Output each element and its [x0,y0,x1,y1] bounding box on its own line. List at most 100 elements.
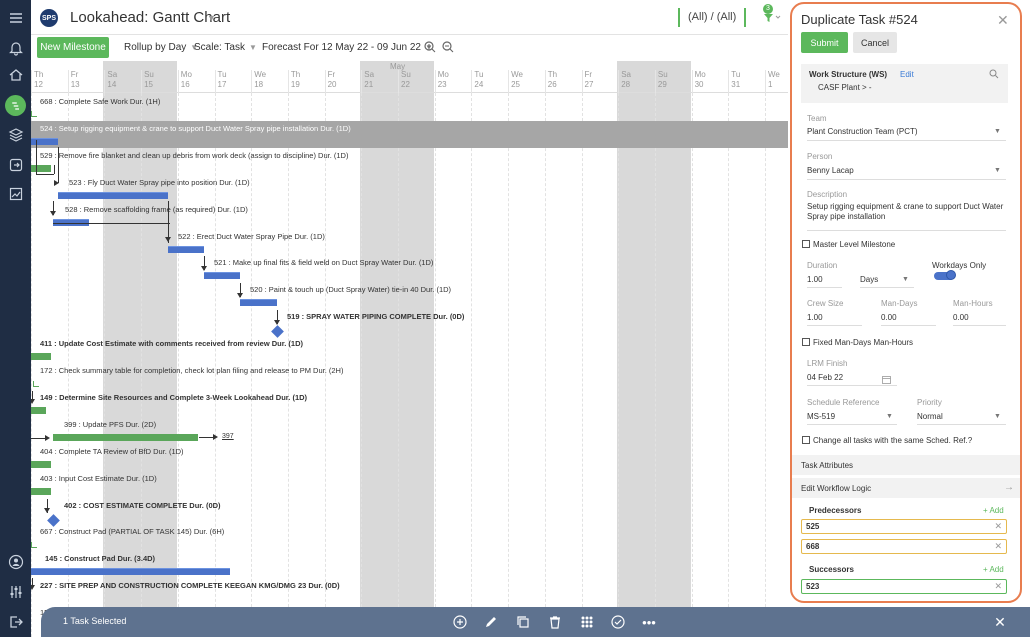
task-label[interactable]: 404 : Complete TA Review of BfD Dur. (1D… [40,447,184,456]
logout-icon[interactable] [0,610,31,634]
task-attributes-section[interactable]: Task Attributes [792,455,1020,475]
workdays-toggle[interactable] [934,270,956,280]
add-predecessor-link[interactable]: + Add [983,506,1004,515]
gantt-icon[interactable] [5,95,26,116]
gantt-row[interactable]: 668 : Complete Safe Work Dur. (1H) [31,94,788,121]
task-bar[interactable] [31,568,230,576]
remove-icon[interactable]: ✕ [994,581,1002,592]
close-icon[interactable]: ✕ [997,12,1009,29]
pencil-icon[interactable] [483,614,499,630]
gantt-row[interactable]: 403 : Input Cost Estimate Dur. (1D) [31,471,788,498]
gantt-row[interactable]: 145 : Construct Pad Dur. (3.4D) [31,551,788,578]
change-all-checkbox[interactable] [802,436,810,444]
task-bar[interactable] [168,245,204,253]
scale-select[interactable]: Scale: Task ▼ [194,42,257,53]
link-397[interactable]: 397 [222,433,234,440]
task-label[interactable]: 402 : COST ESTIMATE COMPLETE Dur. (0D) [64,501,221,510]
gantt-row[interactable]: 227 : SITE PREP AND CONSTRUCTION COMPLET… [31,578,788,605]
trash-icon[interactable] [547,614,563,630]
gantt-row[interactable]: 402 : COST ESTIMATE COMPLETE Dur. (0D) [31,498,788,527]
gantt-row[interactable]: 524 : Setup rigging equipment & crane to… [31,120,788,148]
add-successor-link[interactable]: + Add [983,565,1004,574]
gantt-row[interactable]: 149 : Determine Site Resources and Compl… [31,390,788,417]
new-milestone-button[interactable]: New Milestone [37,37,109,58]
task-bar[interactable] [53,433,198,441]
gantt-row[interactable]: 411 : Update Cost Estimate with comments… [31,336,788,363]
submit-button[interactable]: Submit [801,32,848,53]
check-circle-icon[interactable] [610,614,626,630]
task-label[interactable]: 403 : Input Cost Estimate Dur. (1D) [40,474,157,483]
man-days-input[interactable]: 0.00 [881,313,897,322]
task-label[interactable]: 149 : Determine Site Resources and Compl… [40,393,307,402]
gantt-row[interactable]: 519 : SPRAY WATER PIPING COMPLETE Dur. (… [31,309,788,339]
rollup-select[interactable]: Rollup by Day ▼ [124,42,198,53]
task-bar[interactable] [31,353,51,361]
task-label[interactable]: 528 : Remove scaffolding frame (as requi… [65,205,248,214]
export-icon[interactable] [0,153,31,177]
close-icon[interactable]: ✕ [992,614,1008,630]
priority-select[interactable]: Normal [917,412,943,421]
task-label[interactable]: 172 : Check summary table for completion… [40,366,343,375]
fixed-mandays-checkbox[interactable] [802,338,810,346]
task-label[interactable]: 145 : Construct Pad Dur. (3.4D) [45,554,155,563]
zoom-in-icon[interactable] [423,40,437,54]
duration-input[interactable]: 1.00 [807,275,823,284]
task-label[interactable]: 667 : Construct Pad (PARTIAL OF TASK 145… [40,527,224,536]
chevron-down-icon[interactable]: ▼ [994,413,1001,420]
chevron-down-icon[interactable]: ▼ [207,13,216,23]
more-icon[interactable]: ••• [641,614,657,630]
add-circle-icon[interactable] [452,614,468,630]
task-label[interactable]: 522 : Erect Duct Water Spray Pipe Dur. (… [178,232,325,241]
task-bar[interactable] [31,487,51,495]
chevron-down-icon[interactable]: ▼ [994,167,1001,174]
task-label[interactable]: 411 : Update Cost Estimate with comments… [40,339,303,348]
cancel-button[interactable]: Cancel [853,32,897,53]
description-textarea[interactable]: Setup rigging equipment & crane to suppo… [807,202,1006,230]
task-label[interactable]: 668 : Complete Safe Work Dur. (1H) [40,97,160,106]
task-label[interactable]: 399 : Update PFS Dur. (2D) [64,420,156,429]
task-label[interactable]: 521 : Make up final fits & field weld on… [214,258,433,267]
gantt-row[interactable]: 529 : Remove fire blanket and clean up d… [31,148,788,175]
lrm-finish-input[interactable]: 04 Feb 22 [807,373,843,382]
gantt-row[interactable]: 399 : Update PFS Dur. (2D) [31,417,788,444]
schedule-reference-select[interactable]: MS-519 [807,412,835,421]
task-label[interactable]: 524 : Setup rigging equipment & crane to… [40,124,351,133]
task-label[interactable]: 519 : SPRAY WATER PIPING COMPLETE Dur. (… [287,312,464,321]
man-hours-input[interactable]: 0.00 [953,313,969,322]
chevron-down-icon[interactable]: ▼ [902,276,909,283]
gantt-row[interactable]: 521 : Make up final fits & field weld on… [31,255,788,282]
home-icon[interactable] [0,63,31,87]
gantt-row[interactable]: 528 : Remove scaffolding frame (as requi… [31,202,788,229]
copy-icon[interactable] [515,614,531,630]
task-label[interactable]: 520 : Paint & touch up (Duct Spray Water… [250,285,451,294]
gantt-row[interactable]: 172 : Check summary table for completion… [31,363,788,390]
layers-icon[interactable] [0,123,31,147]
bell-icon[interactable] [0,36,31,60]
remove-icon[interactable]: ✕ [994,521,1002,532]
filter-summary[interactable]: (All) / (All) [678,8,747,27]
master-milestone-checkbox[interactable] [802,240,810,248]
person-select[interactable]: Benny Lacap [807,166,854,175]
gantt-row[interactable]: 520 : Paint & touch up (Duct Spray Water… [31,282,788,309]
menu-icon[interactable] [0,6,31,30]
duration-unit-select[interactable]: Days [860,275,878,284]
task-bar[interactable] [31,406,46,414]
task-label[interactable]: 529 : Remove fire blanket and clean up d… [40,151,348,160]
settings-sliders-icon[interactable] [0,580,31,604]
chart-icon[interactable] [0,182,31,206]
task-bar[interactable] [31,164,51,172]
zoom-out-icon[interactable] [441,40,455,54]
gantt-row[interactable]: 404 : Complete TA Review of BfD Dur. (1D… [31,444,788,471]
crew-size-input[interactable]: 1.00 [807,313,823,322]
team-select[interactable]: Plant Construction Team (PCT) [807,127,918,136]
work-structure-edit-link[interactable]: Edit [900,70,914,79]
task-bar[interactable] [240,299,277,307]
search-icon[interactable] [989,68,999,79]
task-bar[interactable] [58,191,168,199]
group-icon[interactable] [579,614,595,630]
task-label[interactable]: 227 : SITE PREP AND CONSTRUCTION COMPLET… [40,581,340,590]
remove-icon[interactable]: ✕ [994,541,1002,552]
task-label[interactable]: 523 : Fly Duct Water Spray pipe into pos… [69,178,250,187]
gantt-row[interactable]: 523 : Fly Duct Water Spray pipe into pos… [31,175,788,202]
chevron-down-icon[interactable]: ▼ [886,413,893,420]
